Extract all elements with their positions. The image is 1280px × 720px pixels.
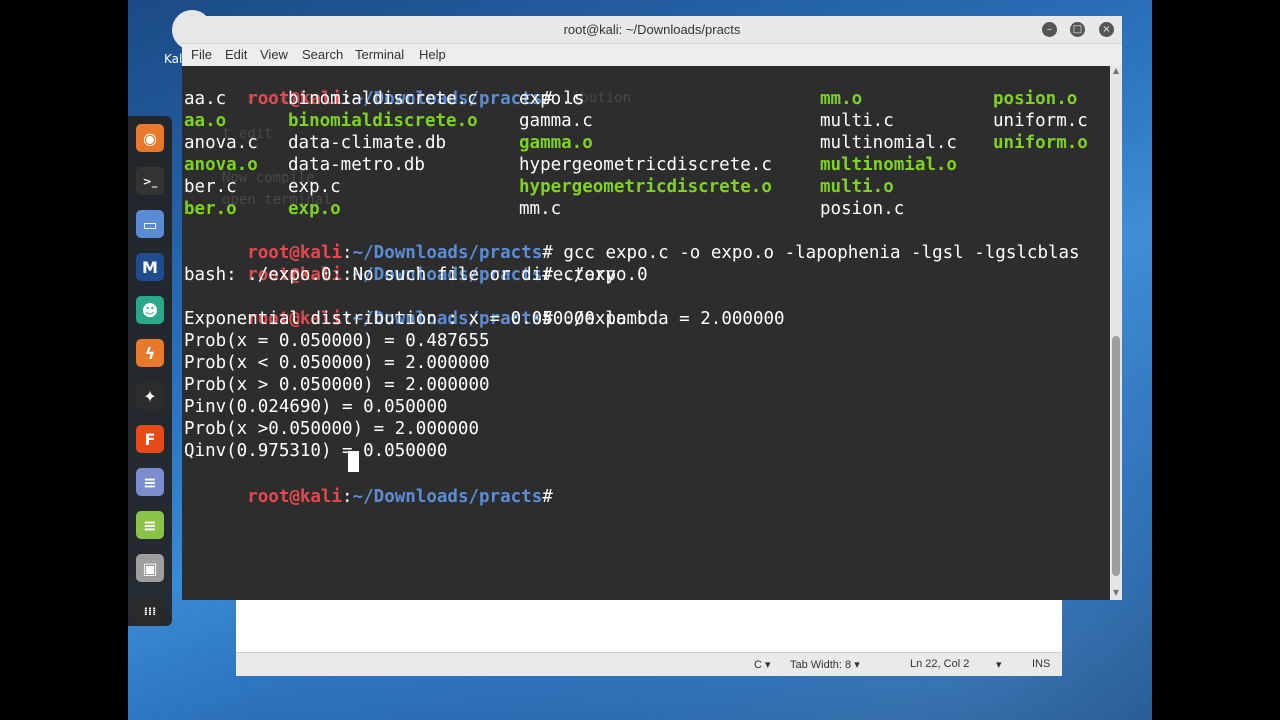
prompt-line: root@kali:~/Downloads/practs# [184,464,563,507]
output-line: Exponential distribution : x = 0.050000 … [184,309,785,329]
output-line: Pinv(0.024690) = 0.050000 [184,397,448,417]
language-selector[interactable]: C ▾ [754,658,771,671]
ls-entry: aa.o [184,111,227,131]
terminal-output[interactable]: s star ibution t edit Now compile open termi… [182,66,1110,600]
ls-entry: mm.o [820,89,863,109]
burpsuite-icon[interactable]: ϟ [136,339,164,367]
faraday-icon[interactable]: F [136,425,164,453]
show-apps-icon[interactable]: ⁞⁞⁞ [136,597,164,625]
ls-entry: expo.c [519,89,583,109]
output-line: Prob(x > 0.050000) = 2.000000 [184,375,490,395]
tab-width-selector[interactable]: Tab Width: 8 ▾ [790,658,860,671]
position-dropdown-icon[interactable]: ▾ [996,658,1002,671]
ls-entry: anova.c [184,133,258,153]
ls-entry: multi.o [820,177,894,197]
ls-entry: posion.c [820,199,905,219]
maltego-icon[interactable]: ✦ [136,382,164,410]
ls-entry: multinomial.o [820,155,957,175]
ls-entry: uniform.c [993,111,1088,131]
scroll-thumb[interactable] [1112,336,1120,576]
ls-entry: ber.o [184,199,237,219]
desktop-icon-label: Kali [164,52,184,66]
scrollbar[interactable]: ▲ ▼ [1110,66,1122,600]
ls-entry: exp.o [288,199,341,219]
letterbox-left [0,0,128,720]
ls-entry: hypergeometricdiscrete.o [519,177,772,197]
armitage-icon[interactable]: ☻ [136,296,164,324]
menu-terminal[interactable]: Terminal [355,47,404,62]
menu-help[interactable]: Help [419,47,446,62]
prompt-user: root@kali [247,487,343,507]
cursor-position: Ln 22, Col 2 [910,658,970,670]
text-cursor [348,451,359,472]
ls-entry: anova.o [184,155,258,175]
ls-entry: multi.c [820,111,894,131]
scroll-down-arrow-icon[interactable]: ▼ [1110,588,1122,600]
ls-entry: uniform.o [993,133,1088,153]
menu-search[interactable]: Search [302,47,343,62]
ls-entry: posion.o [993,89,1078,109]
ls-entry: aa.c [184,89,227,109]
ls-entry: gamma.c [519,111,593,131]
prompt-path: ~/Downloads/practs [352,487,543,507]
ls-entry: multinomial.c [820,133,957,153]
prompt-separator: : [342,487,353,507]
menu-edit[interactable]: Edit [225,47,247,62]
output-line: Prob(x < 0.050000) = 2.000000 [184,353,490,373]
prompt-line: root@kali:~/Downloads/practs# ./expo.0 [184,242,647,285]
ls-entry: data-metro.db [288,155,425,175]
metasploit-icon[interactable]: M [136,253,164,281]
notes-icon[interactable]: ≡ [136,511,164,539]
prompt-symbol: # [542,487,564,507]
minimize-button[interactable]: – [1042,22,1057,37]
output-line: Qinv(0.975310) = 0.050000 [184,441,448,461]
output-line: Prob(x >0.050000) = 2.000000 [184,419,480,439]
close-button[interactable]: × [1099,22,1114,37]
ls-entry: ber.c [184,177,237,197]
output-line: Prob(x = 0.050000) = 0.487655 [184,331,490,351]
dock: ◉ >_ ▭ M ☻ ϟ ✦ F ≡ ≡ ▣ ⁞⁞⁞ [128,116,172,626]
insert-mode: INS [1032,658,1051,670]
cherrytree-icon[interactable]: ▣ [136,554,164,582]
gedit-statusbar: C ▾ Tab Width: 8 ▾ Ln 22, Col 2 ▾ INS [236,652,1062,676]
ls-entry: binomialdiscrete.o [288,111,478,131]
ls-entry: gamma.o [519,133,593,153]
menubar: File Edit View Search Terminal Help [182,44,1122,66]
ls-entry: hypergeometricdiscrete.c [519,155,772,175]
letterbox-right [1152,0,1280,720]
menu-view[interactable]: View [260,47,288,62]
prompt-line: root@kali:~/Downloads/practs# ls [184,66,584,109]
ls-entry: data-climate.db [288,133,447,153]
leafpad-icon[interactable]: ≡ [136,468,164,496]
ls-entry: mm.c [519,199,562,219]
prompt-line: root@kali:~/Downloads/practs# ./expo.o [184,286,647,329]
ls-entry: binomialdiscrete.c [288,89,478,109]
error-line: bash: ./expo.0: No such file or director… [184,265,616,285]
firefox-icon[interactable]: ◉ [136,124,164,152]
terminal-icon[interactable]: >_ [136,167,164,195]
ls-entry: exp.c [288,177,341,197]
prompt-line: root@kali:~/Downloads/practs# gcc expo.c… [184,220,1079,263]
window-title: root@kali: ~/Downloads/practs [563,22,741,37]
titlebar[interactable]: root@kali: ~/Downloads/practs – □ × [182,16,1122,44]
terminal-window: root@kali: ~/Downloads/practs – □ × File… [182,16,1122,600]
files-icon[interactable]: ▭ [136,210,164,238]
maximize-button[interactable]: □ [1070,22,1085,37]
scroll-up-arrow-icon[interactable]: ▲ [1110,66,1122,78]
menu-file[interactable]: File [191,47,212,62]
